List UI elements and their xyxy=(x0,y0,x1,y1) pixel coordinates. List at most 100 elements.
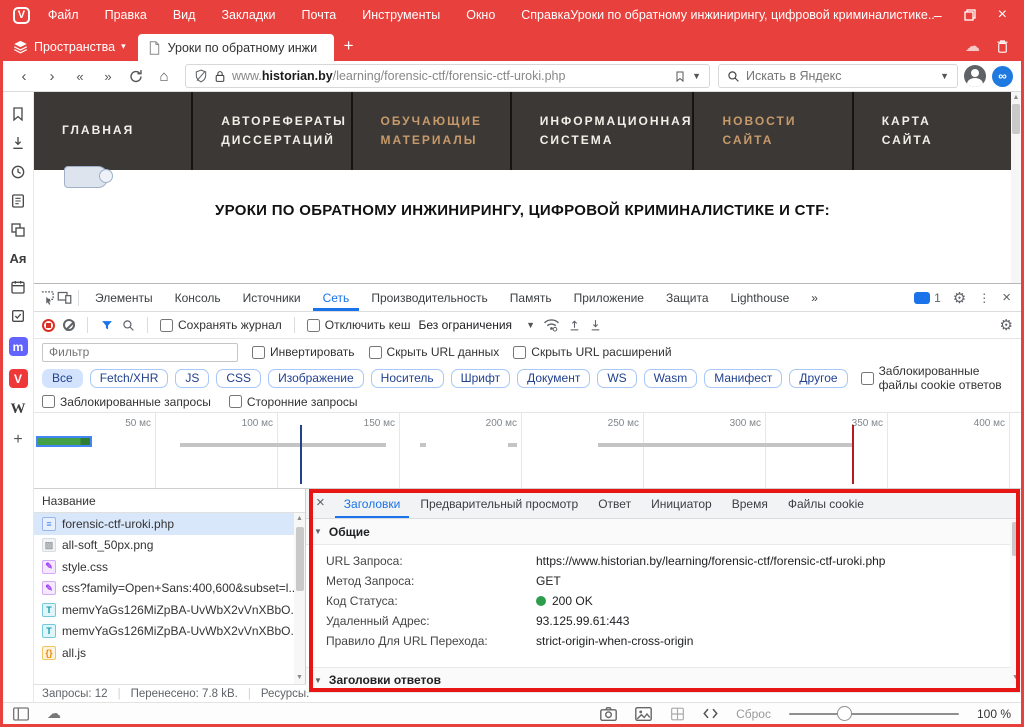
reload-button[interactable] xyxy=(123,68,149,85)
hide-data-urls-checkbox[interactable]: Скрыть URL данных xyxy=(369,345,500,359)
forward-button[interactable]: › xyxy=(39,68,65,85)
request-row[interactable]: ✎style.css xyxy=(34,556,305,578)
bookmark-icon[interactable] xyxy=(674,70,686,83)
request-row[interactable]: TmemvYaGs126MiZpBA-UvWbX2vVnXBbO... xyxy=(34,621,305,643)
third-party-checkbox[interactable]: Сторонние запросы xyxy=(229,395,358,409)
search-field[interactable]: ▼ xyxy=(718,64,958,88)
notes-panel-icon[interactable] xyxy=(10,193,26,209)
trash-icon[interactable] xyxy=(996,39,1009,54)
page-scrollbar[interactable]: ▲ xyxy=(1011,92,1021,283)
menu-view[interactable]: Вид xyxy=(173,8,196,22)
tab-security[interactable]: Защита xyxy=(656,284,719,311)
site-nav-home[interactable]: ГЛАВНАЯ xyxy=(34,92,193,170)
chip-image[interactable]: Изображение xyxy=(268,369,364,388)
inspect-element-icon[interactable] xyxy=(40,290,55,305)
request-row[interactable]: ≡forensic-ctf-uroki.php xyxy=(34,513,305,535)
vivaldi-webpanel-icon[interactable]: V xyxy=(9,369,28,388)
site-nav-dissertations[interactable]: АВТОРЕФЕРАТЫ ДИССЕРТАЦИЙ xyxy=(193,92,352,170)
devtools-settings-icon[interactable]: ⚙ xyxy=(953,289,966,307)
vivaldi-logo-icon[interactable]: V xyxy=(13,7,30,24)
filter-funnel-icon[interactable] xyxy=(100,319,114,332)
disable-cache-checkbox[interactable]: Отключить кеш xyxy=(307,318,411,332)
home-button[interactable]: ⌂ xyxy=(151,68,177,85)
scroll-down-icon[interactable]: ▼ xyxy=(1012,672,1019,684)
waterfall-bar-selected[interactable] xyxy=(36,436,92,447)
calendar-panel-icon[interactable] xyxy=(10,279,26,295)
network-overview-timeline[interactable]: 50 мс 100 мс 150 мс 200 мс 250 мс 300 мс… xyxy=(34,413,1021,489)
search-engine-dropdown-icon[interactable]: ▼ xyxy=(940,71,949,81)
profile-avatar[interactable] xyxy=(964,65,986,87)
close-button[interactable]: × xyxy=(998,6,1007,24)
chip-media[interactable]: Носитель xyxy=(371,369,444,388)
scrollbar-thumb[interactable] xyxy=(1012,522,1020,556)
panel-toggle-icon[interactable] xyxy=(13,707,29,721)
windows-panel-icon[interactable] xyxy=(10,222,26,238)
tab-console[interactable]: Консоль xyxy=(165,284,231,311)
chip-ws[interactable]: WS xyxy=(597,369,636,388)
bookmarks-panel-icon[interactable] xyxy=(10,106,26,122)
scroll-up-icon[interactable]: ▲ xyxy=(1013,92,1020,104)
wikipedia-webpanel-icon[interactable]: W xyxy=(11,401,26,418)
tab-application[interactable]: Приложение xyxy=(564,284,654,311)
menu-tools[interactable]: Инструменты xyxy=(362,8,440,22)
capture-page-icon[interactable] xyxy=(600,707,617,721)
network-search-icon[interactable] xyxy=(122,319,135,332)
site-nav-infosystem[interactable]: ИНФОРМАЦИОННАЯ СИСТЕМА xyxy=(512,92,695,170)
tab-lighthouse[interactable]: Lighthouse xyxy=(721,284,800,311)
network-settings-icon[interactable]: ⚙ xyxy=(1000,316,1013,334)
chip-other[interactable]: Другое xyxy=(789,369,847,388)
new-tab-button[interactable]: + xyxy=(334,36,366,61)
site-nav-learning[interactable]: ОБУЧАЮЩИЕ МАТЕРИАЛЫ xyxy=(353,92,512,170)
back-button[interactable]: ‹ xyxy=(11,68,37,85)
minimize-button[interactable]: – xyxy=(934,7,942,23)
chip-document[interactable]: Документ xyxy=(517,369,590,388)
site-nav-sitemap[interactable]: КАРТА САЙТА xyxy=(854,92,1011,170)
sync-cloud-icon[interactable]: ☁ xyxy=(965,37,980,55)
downloads-panel-icon[interactable] xyxy=(10,135,26,151)
zoom-slider[interactable] xyxy=(789,713,959,715)
tasks-panel-icon[interactable] xyxy=(10,308,26,324)
export-har-icon[interactable] xyxy=(589,318,602,332)
close-details-icon[interactable]: × xyxy=(312,494,333,513)
mastodon-webpanel-icon[interactable]: m xyxy=(9,337,28,356)
menu-file[interactable]: Файл xyxy=(48,8,79,22)
general-section-header[interactable]: ▼Общие xyxy=(306,519,1021,545)
chip-manifest[interactable]: Манифест xyxy=(704,369,782,388)
chip-css[interactable]: CSS xyxy=(216,369,261,388)
tab-initiator[interactable]: Инициатор xyxy=(642,489,721,518)
request-row[interactable]: ✎css?family=Open+Sans:400,600&subset=l..… xyxy=(34,578,305,600)
menu-edit[interactable]: Правка xyxy=(105,8,147,22)
menu-mail[interactable]: Почта xyxy=(302,8,337,22)
preserve-log-checkbox[interactable]: Сохранять журнал xyxy=(160,318,282,332)
details-scrollbar[interactable]: ▼ xyxy=(1010,520,1021,684)
rewind-button[interactable]: « xyxy=(67,69,93,84)
history-panel-icon[interactable] xyxy=(10,164,26,180)
zoom-slider-knob[interactable] xyxy=(837,706,852,721)
tab-memory[interactable]: Память xyxy=(500,284,562,311)
page-actions-icon[interactable] xyxy=(703,707,718,720)
import-har-icon[interactable] xyxy=(568,318,581,332)
lock-icon[interactable] xyxy=(214,70,226,83)
issues-badge[interactable]: 1 xyxy=(914,291,941,305)
tab-performance[interactable]: Производительность xyxy=(361,284,497,311)
record-network-icon[interactable] xyxy=(42,319,55,332)
shield-blocked-icon[interactable] xyxy=(194,69,208,83)
chip-wasm[interactable]: Wasm xyxy=(644,369,698,388)
scroll-up-icon[interactable]: ▲ xyxy=(296,513,303,525)
network-conditions-icon[interactable] xyxy=(543,318,560,332)
restore-button[interactable] xyxy=(964,9,976,21)
tile-tabs-icon[interactable] xyxy=(670,707,685,721)
invert-checkbox[interactable]: Инвертировать xyxy=(252,345,355,359)
toggle-images-icon[interactable] xyxy=(635,707,652,721)
address-dropdown-icon[interactable]: ▼ xyxy=(692,71,701,81)
filter-input[interactable] xyxy=(42,343,238,362)
menu-help[interactable]: Справка xyxy=(521,8,570,22)
fast-forward-button[interactable]: » xyxy=(95,69,121,84)
search-input[interactable] xyxy=(746,69,934,83)
tab-response[interactable]: Ответ xyxy=(589,489,640,518)
scroll-down-icon[interactable]: ▼ xyxy=(296,672,303,684)
request-list-scrollbar[interactable]: ▲ ▼ xyxy=(294,513,305,684)
device-toolbar-icon[interactable] xyxy=(57,290,72,305)
spaces-button[interactable]: Пространства ▾ xyxy=(3,39,138,61)
address-bar[interactable]: www.historian.by/learning/forensic-ctf/f… xyxy=(185,64,710,88)
